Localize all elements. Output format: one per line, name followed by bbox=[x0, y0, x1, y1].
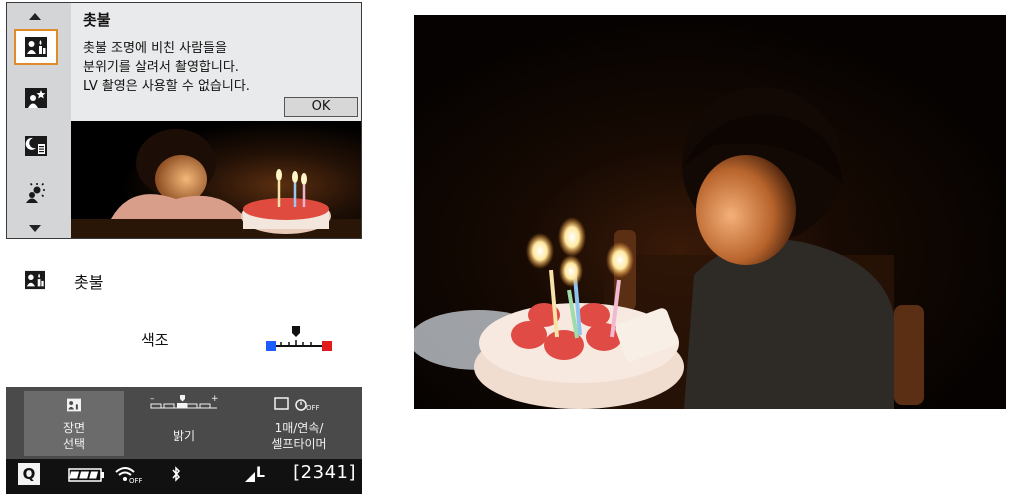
candlelight-example-photo bbox=[409, 15, 1006, 409]
quick-control-button[interactable]: Q bbox=[18, 463, 40, 485]
handheld-night-icon[interactable] bbox=[14, 128, 58, 164]
sample-photo bbox=[71, 121, 361, 238]
scene-description-line-3: LV 촬영은 사용할 수 없습니다. bbox=[83, 79, 250, 94]
wifi-off-icon: OFF bbox=[114, 464, 143, 488]
scene-title: 촛불 bbox=[83, 11, 111, 29]
drive-mode-label-2[interactable]: 셀프타이머 bbox=[244, 436, 354, 452]
svg-text:OFF: OFF bbox=[129, 477, 142, 484]
night-portrait-icon[interactable] bbox=[14, 80, 58, 116]
bluetooth-icon bbox=[171, 466, 181, 486]
brightness-scale-icon: – + bbox=[149, 394, 219, 418]
brightness-label[interactable]: 밝기 bbox=[146, 428, 222, 444]
ok-button[interactable]: OK bbox=[284, 97, 358, 117]
svg-text:+: + bbox=[211, 394, 219, 404]
drive-mode-icon: OFF bbox=[274, 396, 326, 416]
scene-mode-title: 촛불 bbox=[74, 273, 104, 292]
battery-icon bbox=[68, 467, 106, 486]
scroll-up-icon[interactable] bbox=[29, 13, 41, 20]
drive-mode-label-1[interactable]: 1매/연속/ bbox=[244, 420, 354, 436]
scene-info-box: 촛불 촛불 조명에 비친 사람들을 분위기를 살려서 촬영합니다. LV 촬영은… bbox=[71, 3, 361, 121]
scene-select-label-1: 장면 bbox=[62, 421, 86, 435]
color-tone-slider[interactable] bbox=[264, 324, 334, 358]
color-tone-label: 색조 bbox=[141, 331, 169, 349]
image-quality-icon bbox=[244, 468, 256, 487]
shots-remaining: [2341] bbox=[293, 462, 356, 483]
quick-control-screen: 촛불 색조 장면 선택 – + 밝기 OFF 1매/연속/ 셀프타이머 Q OF… bbox=[6, 252, 362, 494]
image-quality-size: L bbox=[256, 465, 265, 481]
scene-icon bbox=[66, 397, 82, 416]
candlelight-mode-icon bbox=[24, 270, 46, 294]
scene-sidebar bbox=[7, 3, 71, 238]
scroll-down-icon[interactable] bbox=[29, 225, 41, 232]
scene-selection-screen: 촛불 촛불 조명에 비친 사람들을 분위기를 살려서 촬영합니다. LV 촬영은… bbox=[6, 2, 362, 239]
svg-text:–: – bbox=[150, 394, 155, 404]
svg-text:OFF: OFF bbox=[306, 404, 320, 412]
candlelight-mode-icon[interactable] bbox=[14, 29, 58, 65]
scene-description-line-1: 촛불 조명에 비친 사람들을 bbox=[83, 41, 227, 56]
scene-description-line-2: 분위기를 살려서 촬영합니다. bbox=[83, 60, 239, 75]
hdr-backlight-icon[interactable] bbox=[14, 175, 58, 211]
scene-select-label-2: 선택 bbox=[62, 437, 86, 451]
